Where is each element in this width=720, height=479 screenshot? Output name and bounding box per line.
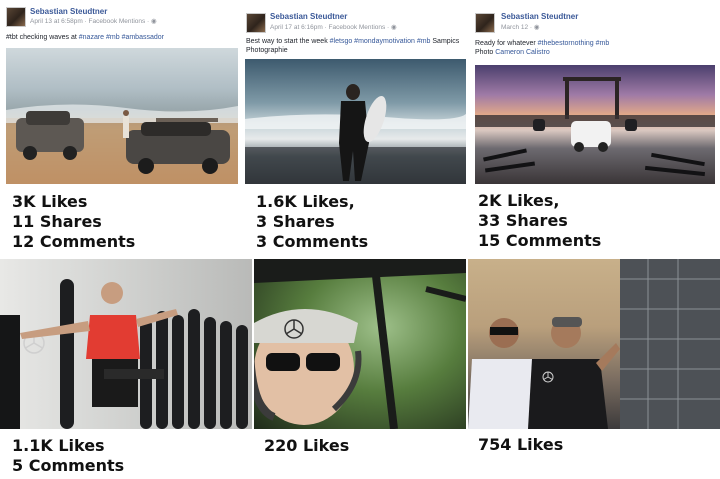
- post-photo[interactable]: [6, 48, 238, 184]
- post-photo[interactable]: [245, 59, 466, 184]
- comments-count: 3 Comments: [256, 232, 369, 251]
- caption-text: #tbt checking waves at: [6, 34, 79, 41]
- post-meta: March 12 · ◉: [501, 24, 540, 31]
- showroom-surfboards-image: [0, 279, 248, 429]
- photo-credit-label: Photo: [475, 49, 496, 56]
- post-caption: Ready for whatever #thebestornothing #mb…: [475, 39, 609, 57]
- post-caption: #tbt checking waves at #nazare #mb #amba…: [6, 33, 164, 42]
- post-photo[interactable]: [468, 259, 720, 429]
- avatar[interactable]: [475, 13, 495, 33]
- likes-count: 220 Likes: [264, 436, 350, 455]
- caption-text: Ready for whatever: [475, 40, 538, 47]
- post-photo[interactable]: [254, 259, 466, 429]
- post-header: Sebastian Steudtner March 12 · ◉: [470, 0, 720, 33]
- caption-text: Best way to start the week: [246, 38, 330, 45]
- photo-card-3: 754 Likes: [468, 259, 720, 479]
- post-caption: Best way to start the week #letsgo #mond…: [246, 37, 459, 55]
- photo-card-1: 1.1K Likes 5 Comments: [0, 259, 252, 479]
- likes-count: 3K Likes: [12, 192, 88, 211]
- helicopter-selfie-image: [254, 259, 466, 429]
- caption-line-2: Photographie: [246, 47, 288, 54]
- avatar[interactable]: [246, 13, 266, 33]
- author-name[interactable]: Sebastian Steudtner: [270, 12, 347, 21]
- caption-tail: Sampics: [430, 38, 460, 45]
- shares-count: 11 Shares: [12, 212, 102, 231]
- surfer-image: [245, 84, 466, 184]
- hashtags[interactable]: #nazare #mb #ambassador: [79, 34, 164, 41]
- rooftop-portrait-image: [468, 259, 720, 429]
- likes-count: 1.6K Likes,: [256, 192, 355, 211]
- beach-cars-image: [6, 104, 238, 184]
- comments-count: 5 Comments: [12, 456, 125, 475]
- post-card-2: Sebastian Steudtner April 17 at 6:16pm ·…: [242, 0, 468, 258]
- post-photo[interactable]: [475, 65, 715, 184]
- post-card-1: Sebastian Steudtner April 13 at 6:58pm ·…: [0, 0, 240, 258]
- shares-count: 33 Shares: [478, 211, 568, 230]
- photo-card-2: 220 Likes: [254, 259, 466, 479]
- dock-surfboards-image: [475, 77, 715, 177]
- likes-count: 1.1K Likes: [12, 436, 105, 455]
- author-name[interactable]: Sebastian Steudtner: [30, 7, 107, 16]
- hashtags[interactable]: #thebestornothing #mb: [538, 40, 610, 47]
- post-photo[interactable]: [0, 259, 252, 429]
- post-card-3: Sebastian Steudtner March 12 · ◉ Ready f…: [470, 0, 720, 258]
- post-header: Sebastian Steudtner April 17 at 6:16pm ·…: [242, 0, 468, 33]
- post-header: Sebastian Steudtner April 13 at 6:58pm ·…: [0, 0, 240, 27]
- avatar[interactable]: [6, 7, 26, 27]
- comments-count: 12 Comments: [12, 232, 136, 251]
- likes-count: 2K Likes,: [478, 191, 560, 210]
- author-name[interactable]: Sebastian Steudtner: [501, 12, 578, 21]
- comments-count: 15 Comments: [478, 231, 602, 250]
- hashtags[interactable]: #letsgo #mondaymotivation #mb: [330, 38, 431, 45]
- post-meta: April 17 at 6:16pm · Facebook Mentions ·…: [270, 24, 397, 31]
- photo-credit-link[interactable]: Cameron Calistro: [495, 49, 549, 56]
- shares-count: 3 Shares: [256, 212, 335, 231]
- post-meta: April 13 at 6:58pm · Facebook Mentions ·…: [30, 18, 157, 25]
- likes-count: 754 Likes: [478, 435, 564, 454]
